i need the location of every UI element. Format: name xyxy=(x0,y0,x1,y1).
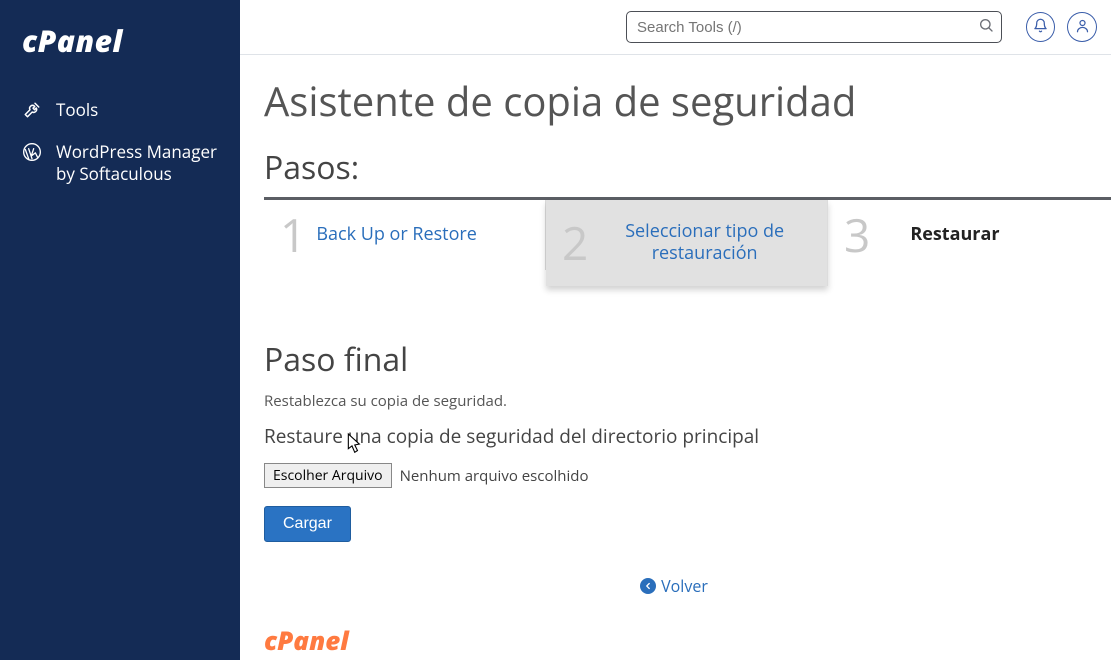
search-icon xyxy=(978,16,994,38)
search-input[interactable] xyxy=(626,11,1002,43)
sidebar: cPanel Tools WordPress Manager by Softac… xyxy=(0,0,240,660)
sidebar-item-label: WordPress Manager by Softaculous xyxy=(56,141,218,185)
wordpress-icon xyxy=(22,142,42,162)
back-link[interactable]: Volver xyxy=(640,575,708,597)
step-number: 1 xyxy=(280,212,306,258)
tools-icon xyxy=(22,100,42,120)
steps-heading: Pasos: xyxy=(264,146,1111,189)
notifications-button[interactable] xyxy=(1026,12,1056,42)
step-label: Restaurar xyxy=(910,224,999,246)
sidebar-item-tools[interactable]: Tools xyxy=(0,89,240,131)
choose-file-button[interactable]: Escolher Arquivo xyxy=(264,463,392,488)
step-2[interactable]: 2 Seleccionar tipo de restauración xyxy=(546,200,828,286)
file-picker: Escolher Arquivo Nenhum arquivo escolhid… xyxy=(264,463,1111,488)
topbar xyxy=(240,0,1111,55)
file-status: Nenhum arquivo escolhido xyxy=(400,466,589,486)
step-1[interactable]: 1 Back Up or Restore xyxy=(264,200,546,270)
upload-button[interactable]: Cargar xyxy=(264,506,351,542)
final-step-subtitle: Restablezca su copia de seguridad. xyxy=(264,391,1111,411)
footer-cpanel-logo: cPanel xyxy=(264,622,349,658)
sidebar-item-wordpress[interactable]: WordPress Manager by Softaculous xyxy=(0,131,240,187)
back-link-wrap: Volver xyxy=(264,574,1084,597)
back-label: Volver xyxy=(661,575,708,597)
main-content: Asistente de copia de seguridad Pasos: 1… xyxy=(240,55,1111,660)
step-number: 3 xyxy=(844,212,870,258)
bell-icon xyxy=(1033,16,1048,38)
page-title: Asistente de copia de seguridad xyxy=(264,73,1111,128)
restore-description: Restaure una copia de seguridad del dire… xyxy=(264,423,1111,449)
step-label: Back Up or Restore xyxy=(316,224,477,246)
final-step-title: Paso final xyxy=(264,338,1111,381)
final-step-section: Paso final Restablezca su copia de segur… xyxy=(264,338,1111,597)
logo-text: cPanel xyxy=(22,20,123,61)
step-3-current: 3 Restaurar xyxy=(828,200,1110,270)
user-menu-button[interactable] xyxy=(1067,12,1097,42)
step-label: Seleccionar tipo de restauración xyxy=(598,221,811,264)
cpanel-logo: cPanel xyxy=(0,0,240,89)
step-number: 2 xyxy=(562,220,588,266)
search-wrap xyxy=(626,11,1002,43)
user-icon xyxy=(1075,16,1090,38)
sidebar-item-label: Tools xyxy=(56,99,98,121)
back-arrow-icon xyxy=(640,578,656,594)
steps-row: 1 Back Up or Restore 2 Seleccionar tipo … xyxy=(264,197,1111,286)
